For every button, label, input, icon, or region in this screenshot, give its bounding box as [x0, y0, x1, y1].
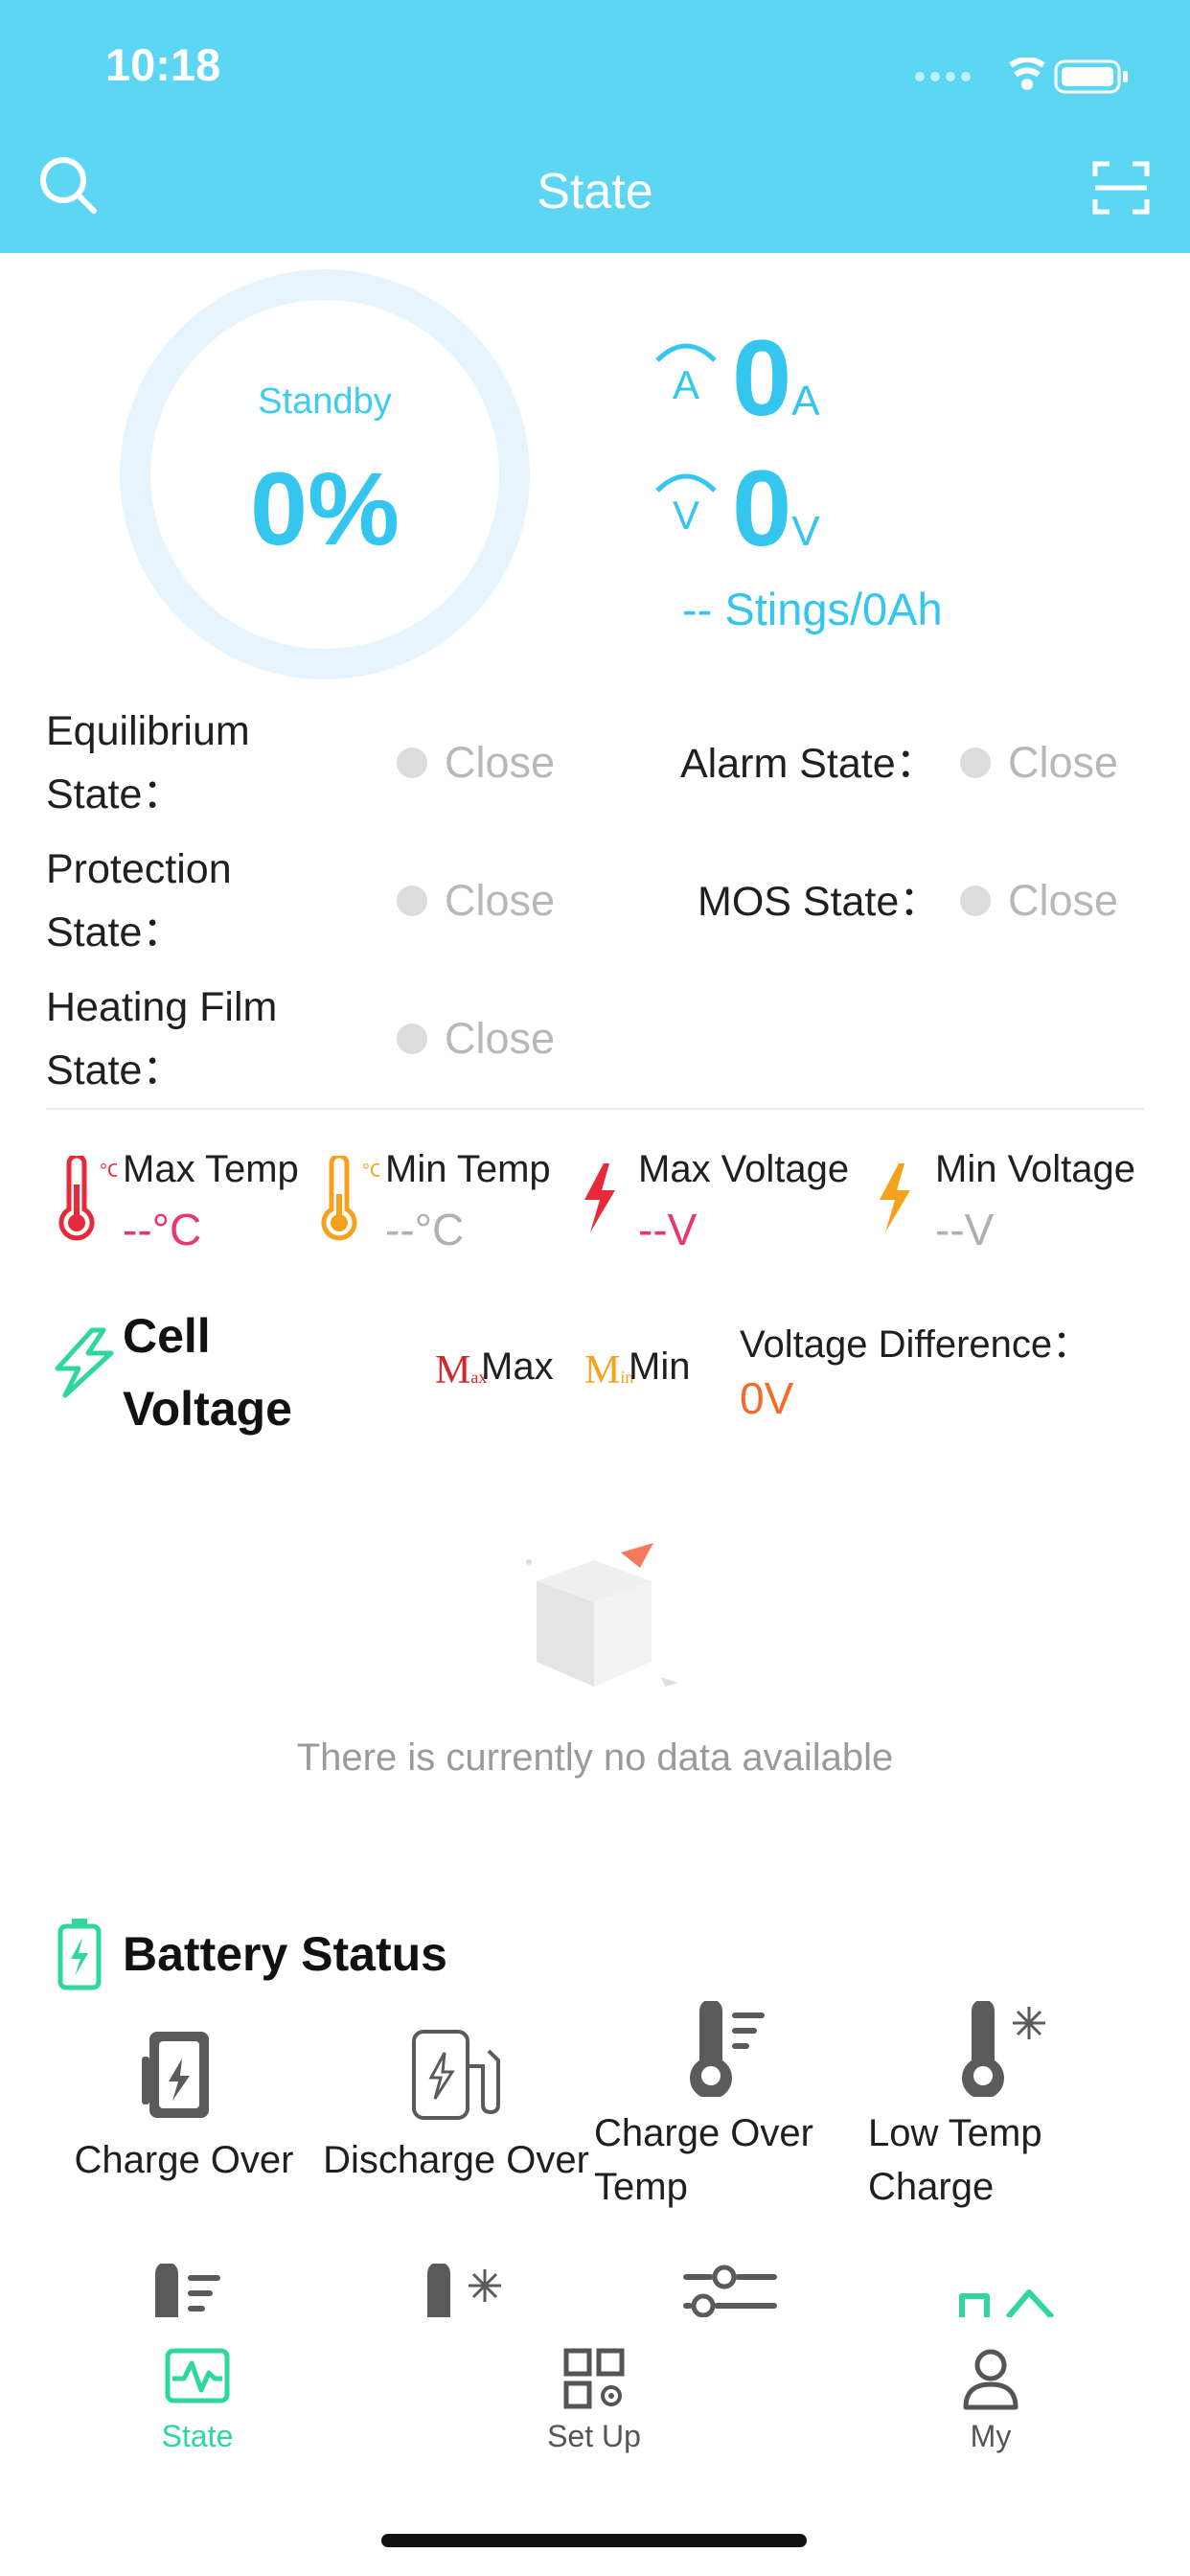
current-readout: 0A: [732, 316, 820, 440]
current-unit: A: [791, 378, 820, 425]
discharge-over-icon[interactable]: [408, 2028, 504, 2124]
max-temp-label: Max Temp: [123, 1148, 299, 1190]
empty-state-text: There is currently no data available: [296, 1736, 894, 1779]
discharge-over-label: Discharge Over: [323, 2139, 589, 2181]
charge-over-temp-icon[interactable]: [686, 2001, 778, 2097]
mos-state-value: Close: [960, 876, 1118, 926]
min-temp-label: Min Temp: [385, 1148, 551, 1190]
current-value: 0: [732, 318, 792, 438]
status-dot: [397, 748, 427, 778]
tab-set-up[interactable]: Set Up: [479, 2348, 709, 2463]
voltage-difference-value: 0V: [740, 1373, 794, 1423]
loop-icon[interactable]: [958, 2287, 1058, 2317]
voltage-difference-label: Voltage Difference：: [740, 1323, 1091, 1366]
user-icon: [963, 2349, 1018, 2410]
tab-state-label: State: [161, 2419, 234, 2453]
protection-state-text: Close: [445, 876, 556, 925]
battery-status-text: Standby: [258, 381, 392, 422]
empty-box-icon: [526, 1543, 678, 1687]
charge-over-icon[interactable]: [142, 2028, 222, 2124]
charge-over-temp-label: Charge Over Temp: [594, 2112, 813, 2208]
charge-over-label: Charge Over: [74, 2139, 294, 2181]
divider: [46, 1108, 1144, 1110]
mos-state-text: Close: [1008, 876, 1119, 925]
min-voltage-label: Min Voltage: [935, 1148, 1136, 1190]
equilibrium-state-text: Close: [445, 738, 556, 787]
tab-my-label: My: [970, 2419, 1012, 2453]
tab-state[interactable]: State: [82, 2348, 312, 2463]
mos-state-label: MOS State：: [698, 879, 941, 925]
max-voltage-value: --V: [638, 1205, 698, 1254]
strings-capacity: -- Stings/0Ah: [682, 584, 943, 634]
low-temp-charge-label: Low Temp Charge: [868, 2112, 1042, 2208]
svg-text:°C: °C: [362, 1161, 379, 1182]
heating-state-text: Close: [445, 1014, 556, 1063]
min-legend-label: Min: [629, 1346, 691, 1388]
svg-text:V: V: [673, 493, 699, 538]
min-voltage-icon: [880, 1163, 910, 1232]
tab-my[interactable]: My: [876, 2348, 1106, 2463]
min-temp-value: --°C: [385, 1205, 465, 1254]
svg-text:A: A: [673, 362, 699, 407]
current-icon: A: [655, 343, 717, 407]
lightning-icon: [55, 1327, 114, 1398]
svg-text:°C: °C: [100, 1161, 117, 1182]
status-dot: [397, 886, 427, 916]
min-voltage-value: --V: [935, 1205, 995, 1254]
alarm-state-text: Close: [1008, 738, 1119, 787]
status-icons: [915, 58, 1128, 94]
status-dot: [397, 1024, 427, 1054]
voltage-value: 0: [732, 448, 792, 568]
heating-state-label: Heating Film State：: [46, 984, 278, 1093]
heating-state-value: Close: [397, 1014, 555, 1064]
max-legend-icon: Max: [435, 1348, 488, 1392]
low-temp-charge-icon[interactable]: [958, 2001, 1054, 2097]
soc-value: 0%: [249, 450, 400, 566]
protection-state-label: Protection State：: [46, 846, 232, 955]
thermometer-icon[interactable]: [142, 2264, 234, 2317]
tab-set-up-label: Set Up: [547, 2419, 641, 2453]
home-indicator: [381, 2534, 807, 2547]
sliders-icon[interactable]: [682, 2264, 778, 2317]
status-time: 10:18: [105, 39, 221, 90]
max-legend-label: Max: [481, 1346, 554, 1388]
page-title: State: [537, 164, 653, 219]
battery-icon: [57, 1919, 102, 1990]
status-dot: [960, 748, 991, 778]
equilibrium-state-label: Equilibrium State：: [46, 708, 250, 817]
thermometer-snow-icon[interactable]: [414, 2264, 510, 2317]
min-temp-icon: °C: [321, 1156, 379, 1241]
max-temp-icon: °C: [58, 1156, 117, 1241]
max-voltage-label: Max Voltage: [638, 1148, 850, 1190]
grid-gear-icon: [563, 2348, 625, 2409]
voltage-icon: V: [655, 473, 717, 538]
voltage-unit: V: [791, 508, 820, 555]
battery-status-title: Battery Status: [123, 1927, 447, 1981]
alarm-state-label: Alarm State：: [680, 741, 937, 787]
max-temp-value: --°C: [123, 1205, 202, 1254]
protection-state-value: Close: [397, 876, 555, 926]
max-voltage-icon: [584, 1163, 615, 1232]
alarm-state-value: Close: [960, 738, 1118, 788]
equilibrium-state-value: Close: [397, 738, 555, 788]
scan-icon[interactable]: [1092, 159, 1150, 217]
min-legend-icon: Min: [584, 1348, 634, 1392]
voltage-readout: 0V: [732, 447, 820, 570]
status-dot: [960, 886, 991, 916]
pulse-icon: [165, 2348, 230, 2404]
cell-voltage-title: Cell Voltage: [123, 1309, 292, 1436]
